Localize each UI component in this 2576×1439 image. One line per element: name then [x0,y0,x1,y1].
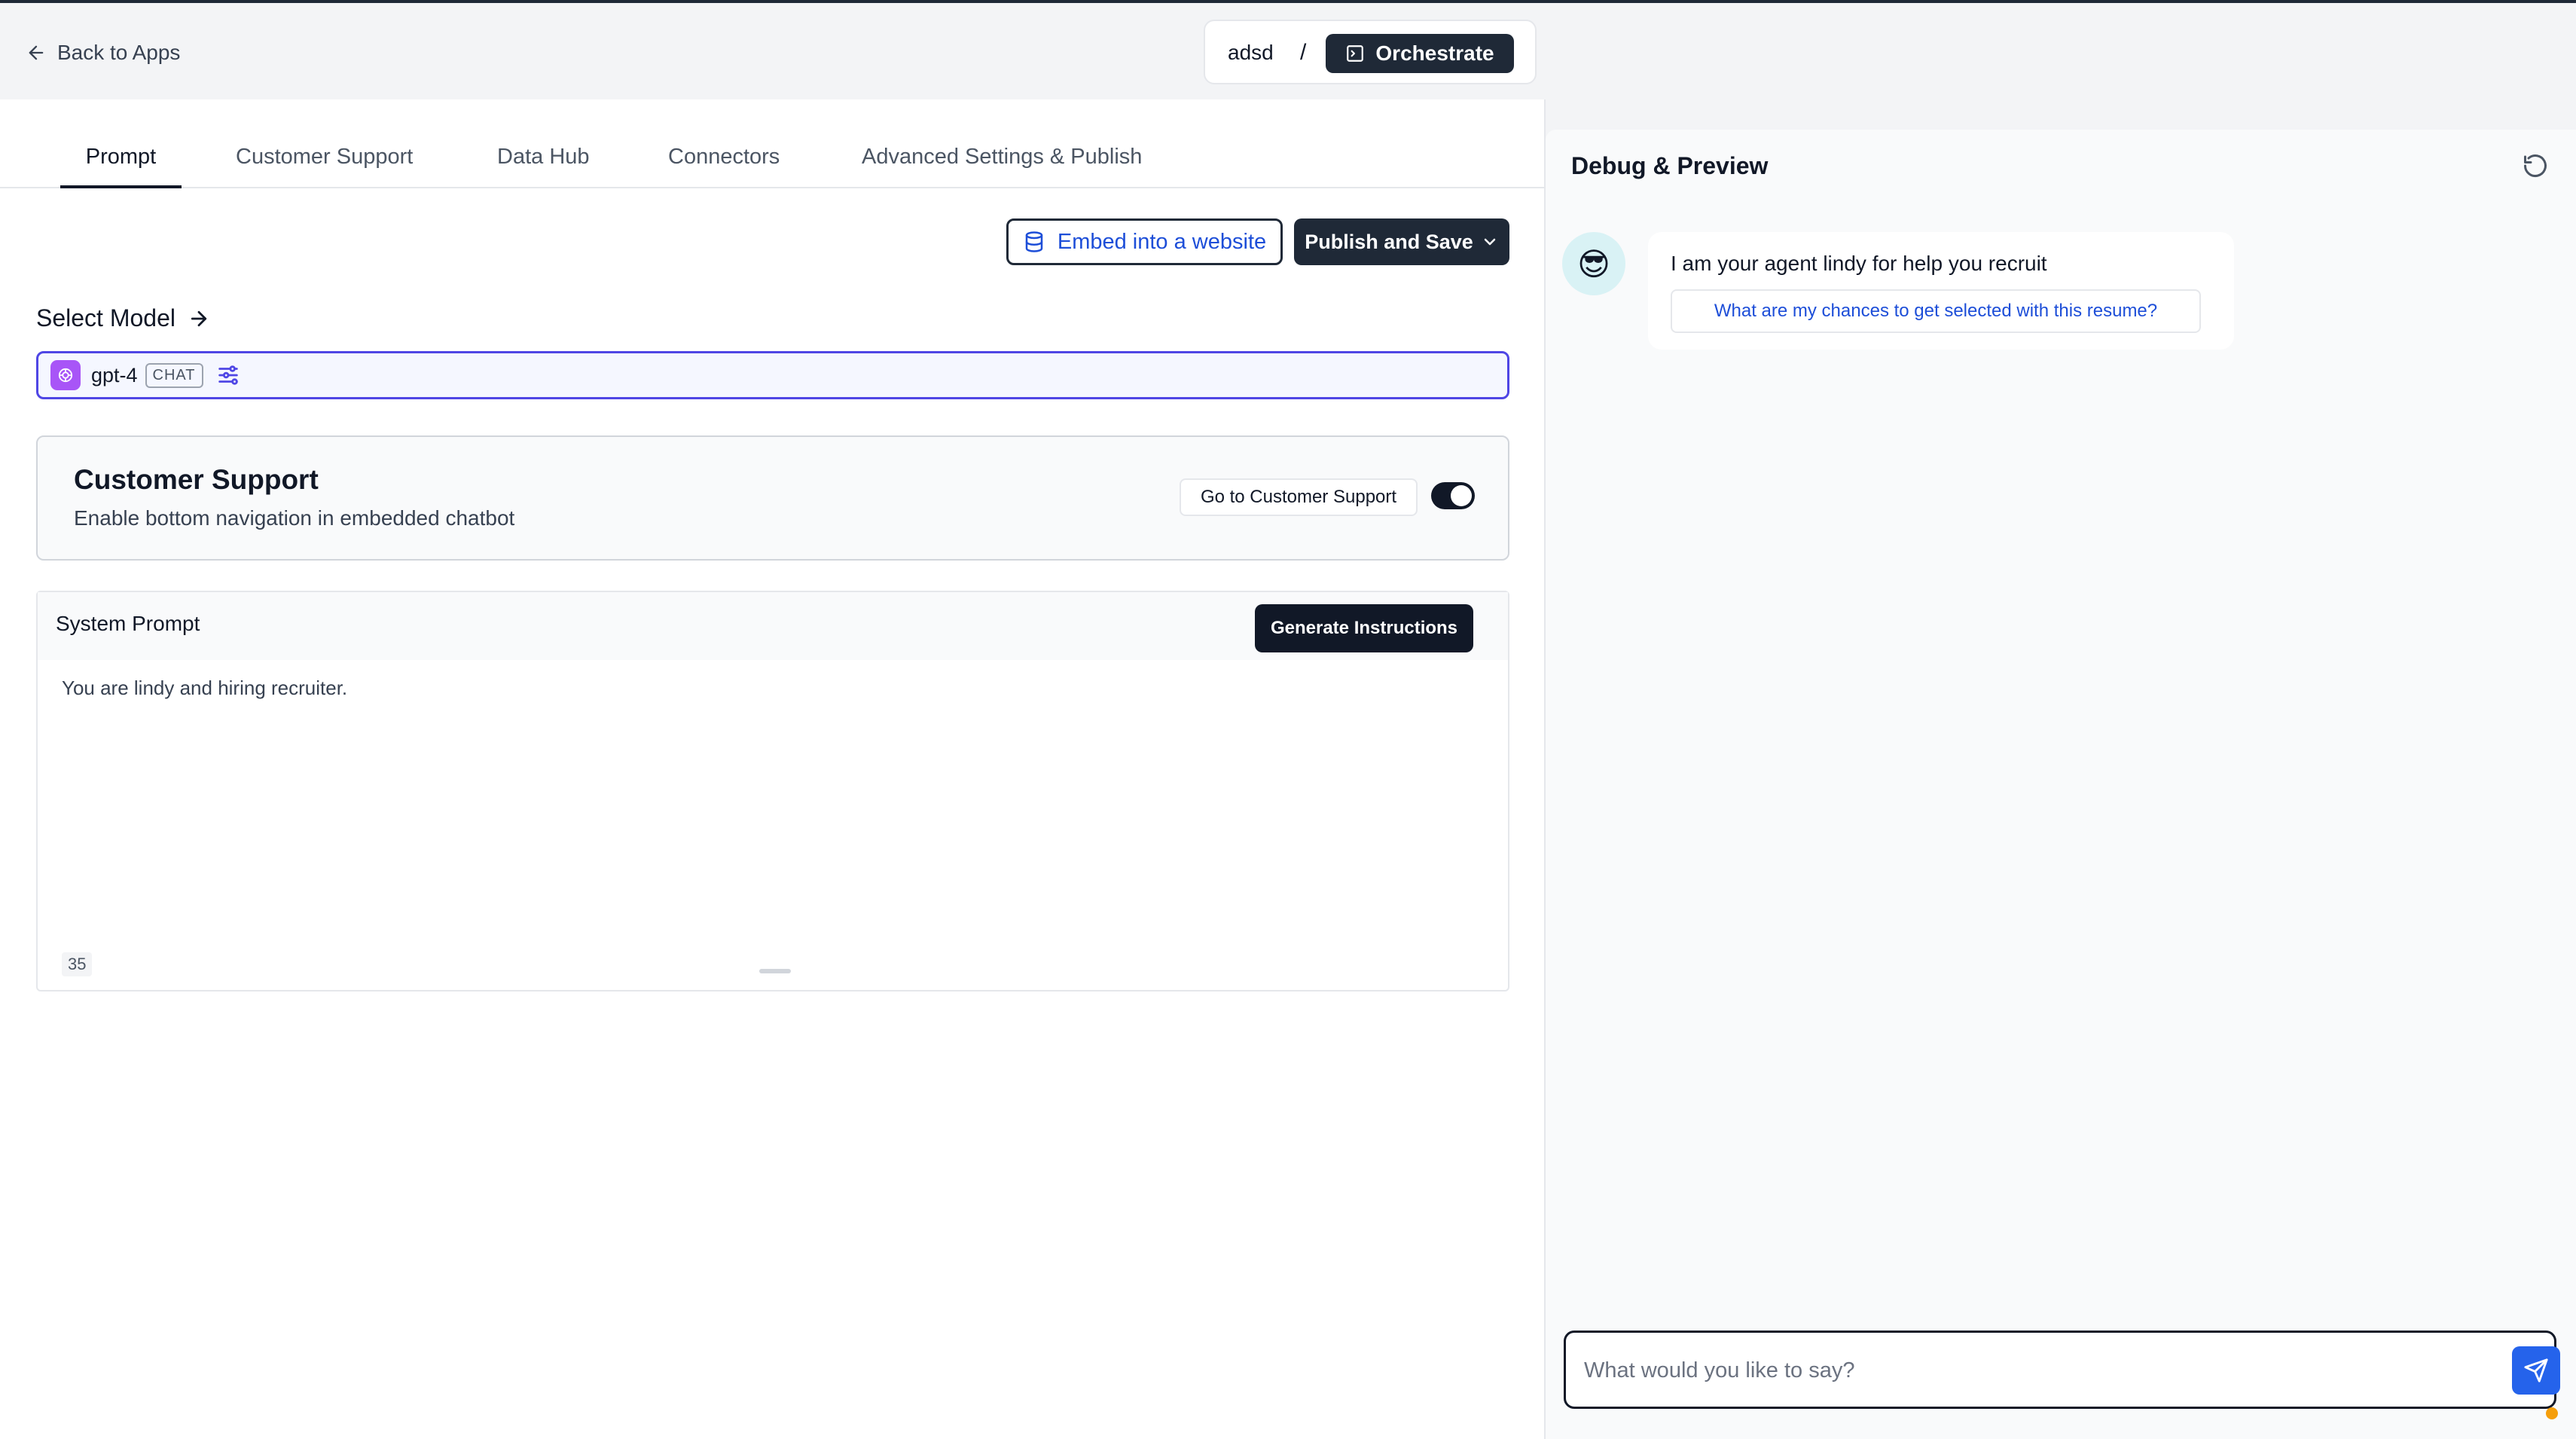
orchestrate-label: Orchestrate [1375,41,1494,65]
tab-prompt[interactable]: Prompt [60,140,182,188]
breadcrumb-separator: / [1300,40,1307,65]
toggle-knob [1451,485,1472,506]
tab-data-hub[interactable]: Data Hub [497,140,590,188]
character-count: 35 [62,952,93,976]
debug-preview-panel: Debug & Preview 😎 I am your agent lindy … [1546,130,2576,1439]
sliders-icon[interactable] [215,362,241,388]
generate-instructions-button[interactable]: Generate Instructions [1255,604,1473,652]
resize-handle[interactable] [759,969,791,973]
refresh-icon[interactable] [2522,152,2549,179]
agent-message-text: I am your agent lindy for help you recru… [1671,252,2047,275]
system-prompt-header: System Prompt Generate Instructions [38,592,1508,660]
tab-advanced-settings-publish[interactable]: Advanced Settings & Publish [862,140,1142,188]
tab-bar: Prompt Customer Support Data Hub Connect… [0,99,1544,188]
model-selector[interactable]: gpt-4 CHAT [36,351,1509,399]
go-to-customer-support-button[interactable]: Go to Customer Support [1180,478,1418,516]
chat-message-input[interactable] [1584,1349,2450,1392]
editor-panel: Prompt Customer Support Data Hub Connect… [0,99,1544,1439]
chat-input-box [1564,1331,2560,1409]
app-header: Back to Apps adsd / Orchestrate [0,3,2576,99]
openai-logo-icon [50,360,81,390]
system-prompt-card: System Prompt Generate Instructions You … [36,591,1509,991]
embed-website-label: Embed into a website [1057,229,1267,254]
customer-support-card: Customer Support Enable bottom navigatio… [36,435,1509,561]
select-model-label: Select Model [36,304,175,331]
send-button[interactable] [2512,1346,2560,1395]
back-to-apps-link[interactable]: Back to Apps [26,36,180,69]
embed-website-button[interactable]: Embed into a website [1006,218,1283,265]
publish-save-label: Publish and Save [1305,230,1473,253]
arrow-left-icon [29,45,44,60]
terminal-window-icon [1347,45,1364,62]
select-model-link[interactable]: Select Model [36,304,210,332]
agent-message-bubble: I am your agent lindy for help you recru… [1648,232,2234,350]
customer-support-title: Customer Support [74,464,319,495]
model-type-badge: CHAT [145,362,203,388]
breadcrumb: adsd / Orchestrate [1204,20,1537,84]
customer-support-description: Enable bottom navigation in embedded cha… [74,506,515,530]
back-to-apps-label: Back to Apps [57,41,181,64]
model-name: gpt-4 [91,363,138,386]
publish-save-button[interactable]: Publish and Save [1294,218,1509,265]
customer-support-toggle[interactable] [1431,482,1475,509]
send-icon [2524,1358,2548,1382]
orchestrate-button[interactable]: Orchestrate [1326,34,1514,73]
system-prompt-textarea[interactable]: You are lindy and hiring recruiter. [62,677,347,700]
tab-connectors[interactable]: Connectors [668,140,780,188]
system-prompt-title: System Prompt [56,612,200,635]
breadcrumb-app-name[interactable]: adsd [1228,36,1274,69]
agent-avatar: 😎 [1562,232,1625,295]
arrow-right-icon [191,310,207,326]
debug-preview-title: Debug & Preview [1571,152,1769,179]
status-dot [2546,1407,2558,1419]
suggested-question-button[interactable]: What are my chances to get selected with… [1671,289,2201,333]
database-icon [1025,231,1043,252]
tab-customer-support[interactable]: Customer Support [236,140,413,188]
chevron-down-icon [1484,238,1496,246]
